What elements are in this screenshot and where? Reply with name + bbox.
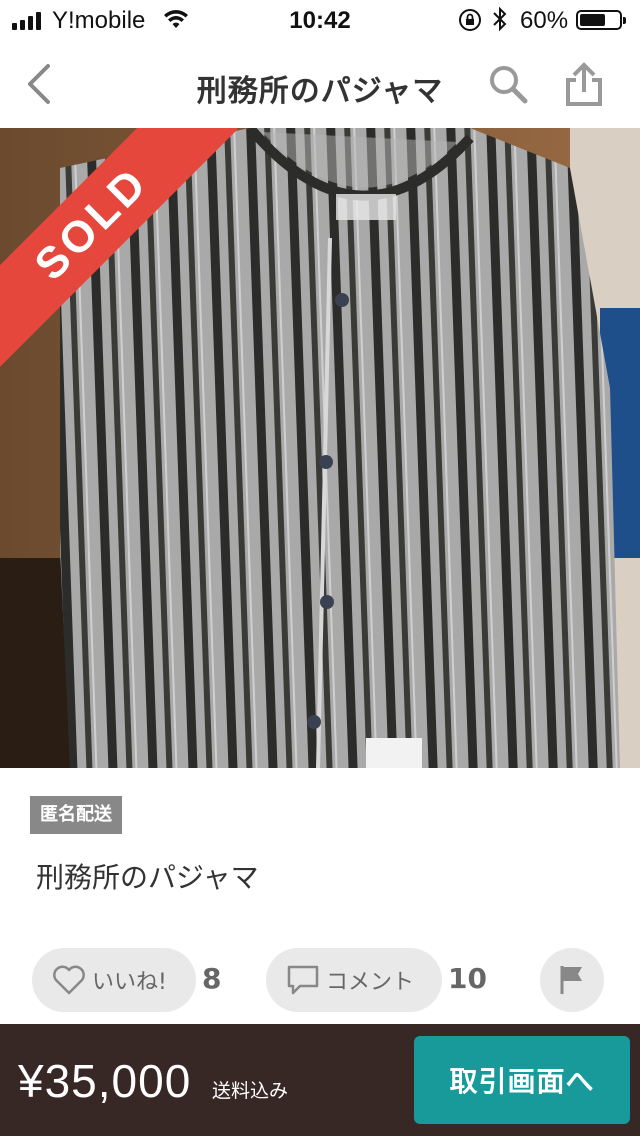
heart-icon	[53, 965, 85, 995]
navigation-bar: 刑務所のパジャマ	[0, 40, 640, 129]
flag-icon	[560, 966, 582, 994]
share-icon[interactable]	[560, 60, 608, 108]
page-title: 刑務所のパジャマ	[196, 74, 444, 109]
speech-bubble-icon	[287, 965, 319, 995]
like-count: 8	[202, 962, 222, 995]
comment-label: コメント	[326, 970, 415, 995]
comment-button[interactable]: コメント	[266, 948, 442, 1012]
anonymous-shipping-badge: 匿名配送	[30, 796, 122, 834]
purchase-bar: ¥35,000 送料込み 取引画面へ	[0, 1024, 640, 1136]
status-bar: Y!mobile 10:42 60%	[0, 0, 640, 40]
battery-icon	[576, 10, 626, 30]
price: ¥35,000	[18, 1055, 192, 1107]
report-button[interactable]	[540, 948, 604, 1012]
like-button[interactable]: いいね!	[32, 948, 196, 1012]
shipping-included-label: 送料込み	[212, 1080, 289, 1102]
trade-screen-button[interactable]: 取引画面へ	[414, 1036, 630, 1124]
bluetooth-icon	[493, 6, 507, 32]
battery-percent: 60%	[520, 7, 569, 34]
sold-ribbon: SOLD	[0, 128, 240, 368]
item-title: 刑務所のパジャマ	[36, 861, 259, 894]
like-label: いいね!	[92, 970, 167, 995]
sold-label: SOLD	[0, 128, 238, 368]
comment-count: 10	[448, 962, 487, 995]
rotation-lock-icon	[459, 9, 481, 31]
action-row: いいね! 8 コメント 10	[0, 948, 640, 1012]
search-icon[interactable]	[486, 62, 530, 106]
